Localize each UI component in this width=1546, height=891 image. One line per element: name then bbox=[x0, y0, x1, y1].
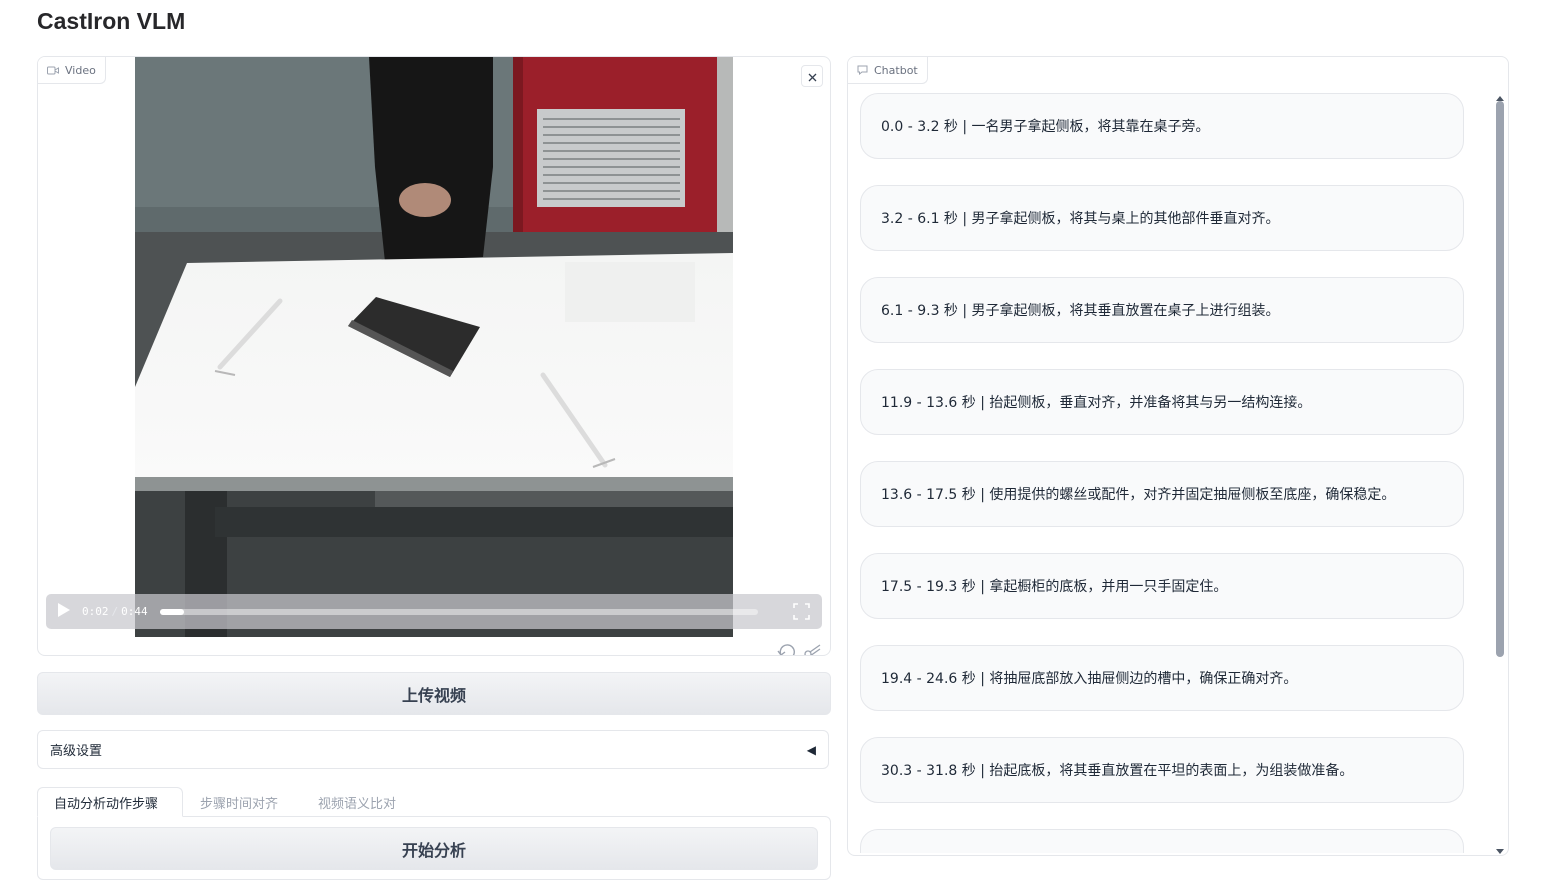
advanced-settings-label: 高级设置 bbox=[50, 744, 103, 759]
tab-panel-auto-analysis: 开始分析 bbox=[37, 816, 831, 880]
progress-fill bbox=[159, 608, 184, 615]
message-list: 0.0 - 3.2 秒 | 一名男子拿起侧板，将其靠在桌子旁。 3.2 - 6.… bbox=[860, 93, 1466, 853]
video-frame-image bbox=[135, 57, 733, 637]
fullscreen-button[interactable] bbox=[793, 603, 810, 624]
video-controls: 0:02/0:44 bbox=[46, 594, 822, 629]
chat-message bbox=[860, 829, 1464, 853]
video-label: Video bbox=[38, 57, 106, 84]
advanced-settings-accordion[interactable]: 高级设置 ◀ bbox=[37, 730, 829, 769]
chat-message: 13.6 - 17.5 秒 | 使用提供的螺丝或配件，对齐并固定抽屉侧板至底座，… bbox=[860, 461, 1464, 527]
chat-message: 3.2 - 6.1 秒 | 男子拿起侧板，将其与桌上的其他部件垂直对齐。 bbox=[860, 185, 1464, 251]
scroll-down-icon[interactable] bbox=[1495, 841, 1505, 855]
video-panel: Video 0:02 / 0:44 bbox=[37, 56, 831, 656]
duration: 0:44 bbox=[121, 605, 148, 618]
undo-icon[interactable] bbox=[776, 643, 796, 655]
chatbot-label-text: Chatbot bbox=[874, 63, 918, 77]
chat-message: 30.3 - 31.8 秒 | 抬起底板，将其垂直放置在平坦的表面上，为组装做准… bbox=[860, 737, 1464, 803]
current-time: 0:02 bbox=[82, 605, 109, 618]
chat-bubble-icon bbox=[857, 65, 868, 75]
chatbot-label: Chatbot bbox=[848, 57, 928, 84]
upload-video-button[interactable]: 上传视频 bbox=[37, 672, 831, 715]
chat-message: 17.5 - 19.3 秒 | 拿起橱柜的底板，并用一只手固定住。 bbox=[860, 553, 1464, 619]
video-label-text: Video bbox=[65, 63, 96, 77]
chat-message: 6.1 - 9.3 秒 | 男子拿起侧板，将其垂直放置在桌子上进行组装。 bbox=[860, 277, 1464, 343]
clear-video-button[interactable] bbox=[801, 65, 823, 87]
start-analysis-button[interactable]: 开始分析 bbox=[50, 827, 818, 870]
collapse-arrow-icon: ◀ bbox=[806, 742, 816, 757]
analysis-tabs: 自动分析动作步骤 步骤时间对齐 视频语义比对 bbox=[37, 787, 831, 817]
close-icon bbox=[808, 67, 817, 86]
play-button[interactable] bbox=[46, 594, 82, 629]
chat-message: 19.4 - 24.6 秒 | 将抽屉底部放入抽屉侧边的槽中，确保正确对齐。 bbox=[860, 645, 1464, 711]
scissors-icon[interactable] bbox=[804, 643, 822, 655]
app-title: CastIron VLM bbox=[37, 8, 186, 34]
time-display: 0:02/0:44 bbox=[82, 605, 148, 618]
tab-video-semantic-compare[interactable]: 视频语义比对 bbox=[302, 787, 412, 817]
fullscreen-icon bbox=[793, 603, 810, 624]
video-icon bbox=[47, 66, 59, 75]
chat-scrollbar[interactable] bbox=[1495, 85, 1505, 855]
chat-message: 11.9 - 13.6 秒 | 抬起侧板，垂直对齐，并准备将其与另一结构连接。 bbox=[860, 369, 1464, 435]
time-separator: / bbox=[111, 605, 119, 618]
tab-step-time-alignment[interactable]: 步骤时间对齐 bbox=[184, 787, 294, 817]
video-edit-tools bbox=[776, 643, 822, 655]
chat-message: 0.0 - 3.2 秒 | 一名男子拿起侧板，将其靠在桌子旁。 bbox=[860, 93, 1464, 159]
progress-bar[interactable] bbox=[159, 608, 758, 615]
video-player[interactable] bbox=[135, 57, 733, 637]
chatbot-panel: Chatbot 0.0 - 3.2 秒 | 一名男子拿起侧板，将其靠在桌子旁。 … bbox=[847, 56, 1509, 856]
tab-auto-analysis[interactable]: 自动分析动作步骤 bbox=[37, 787, 183, 817]
scroll-thumb[interactable] bbox=[1496, 101, 1504, 657]
play-icon bbox=[57, 602, 71, 622]
